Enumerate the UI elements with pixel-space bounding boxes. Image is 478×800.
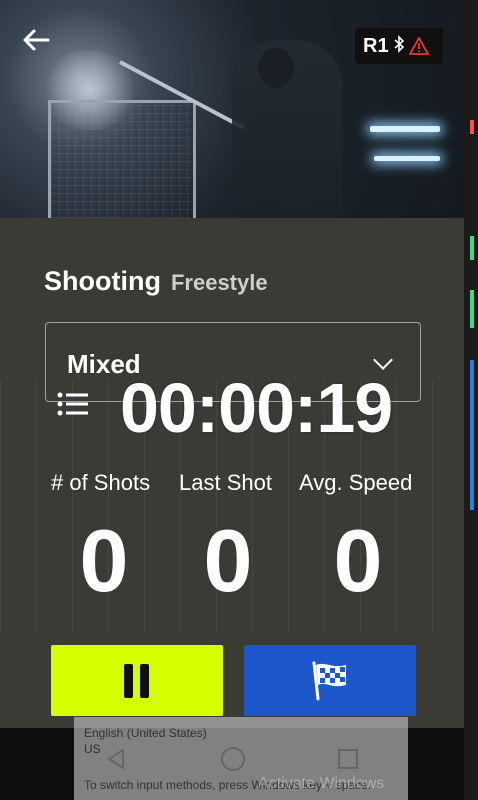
device-status-badge[interactable]: R1 [355, 28, 443, 64]
bluetooth-icon [393, 34, 405, 58]
device-name: R1 [363, 34, 389, 57]
stat-label-shots: # of Shots [51, 470, 151, 495]
nav-home-icon[interactable] [213, 744, 253, 774]
session-subtitle: Freestyle [170, 270, 268, 295]
arrow-left-icon[interactable] [22, 28, 52, 54]
side-marker [470, 120, 474, 134]
stat-value-last-shot: 0 [203, 511, 253, 610]
activate-windows-watermark: Activate Windows [258, 775, 385, 792]
nav-back-icon[interactable] [96, 744, 136, 774]
list-icon[interactable] [56, 390, 90, 418]
ime-language: English (United States) [84, 726, 207, 740]
app-screen: R1 Shooting Freestyle Mixed 00:00:19 # o… [0, 0, 464, 800]
chevron-down-icon [373, 350, 393, 370]
side-marker [470, 360, 474, 510]
side-marker [470, 236, 474, 260]
pause-button[interactable] [51, 645, 223, 716]
session-heading: Shooting Freestyle [44, 266, 268, 297]
stat-value-avg-speed: 0 [333, 511, 383, 610]
checkered-flag-icon [312, 661, 346, 701]
warning-triangle-icon [408, 36, 430, 55]
finish-button[interactable] [244, 645, 416, 716]
side-marker [470, 290, 474, 328]
session-title: Shooting [44, 266, 161, 296]
stat-label-last-shot: Last Shot [179, 470, 272, 495]
elapsed-timer: 00:00:19 [120, 369, 393, 447]
nav-recents-icon[interactable] [328, 744, 368, 774]
stat-value-shots: 0 [79, 511, 129, 610]
stat-label-avg-speed: Avg. Speed [299, 470, 413, 495]
